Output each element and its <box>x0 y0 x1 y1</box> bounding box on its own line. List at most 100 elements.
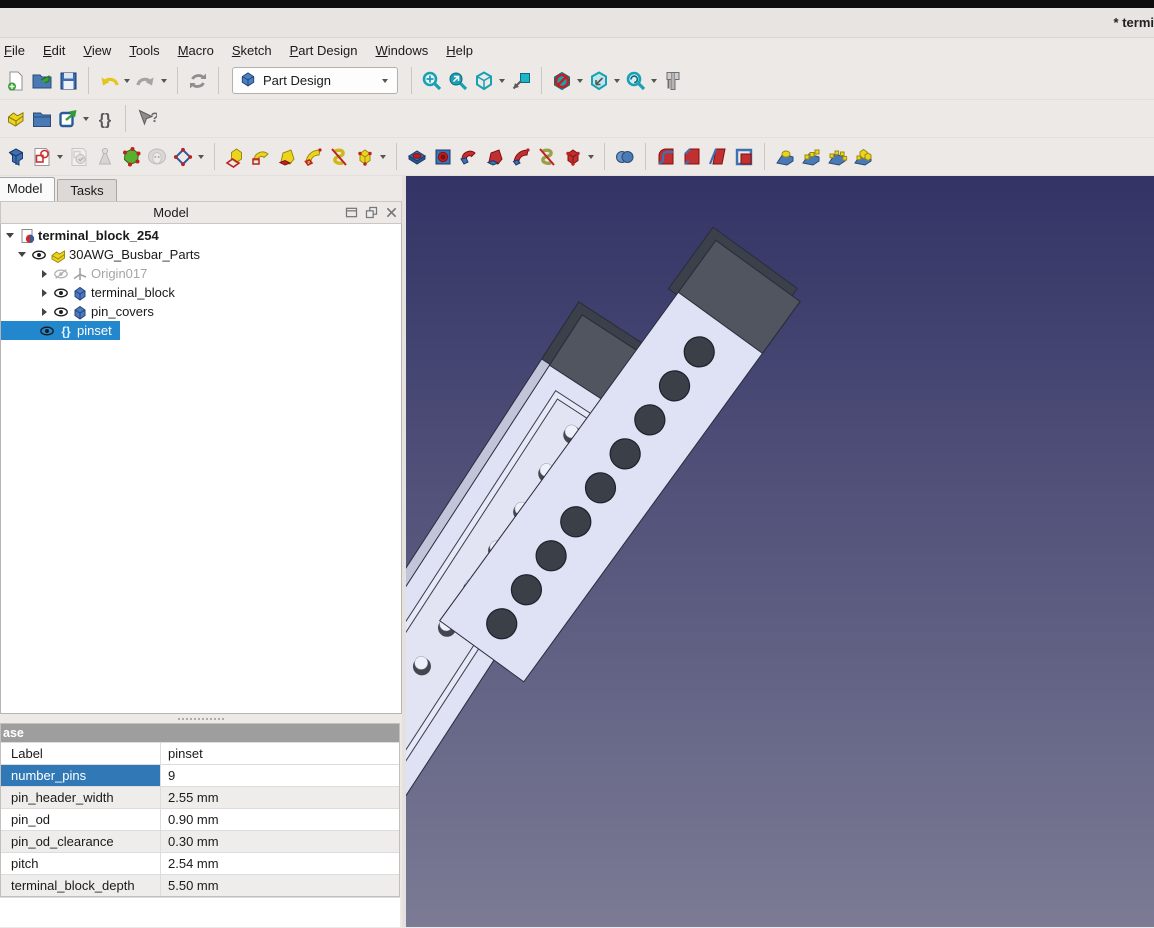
chevron-down-icon[interactable] <box>124 78 130 83</box>
3d-scene[interactable] <box>406 176 1154 927</box>
part-workbench-button[interactable] <box>3 104 29 134</box>
sweep-button[interactable] <box>300 142 326 172</box>
revolution-button[interactable] <box>248 142 274 172</box>
menu-part-design[interactable]: Part Design <box>281 41 367 60</box>
menu-help[interactable]: Help <box>437 41 482 60</box>
mirror-button[interactable] <box>772 142 798 172</box>
property-value[interactable]: 2.54 mm <box>161 853 399 874</box>
clipping-button[interactable] <box>549 66 575 96</box>
tree-item-terminal_block[interactable]: terminal_block <box>1 283 183 302</box>
property-group-header[interactable]: ase <box>1 724 399 742</box>
polar-pattern-button[interactable] <box>824 142 850 172</box>
sub-loft-button[interactable] <box>482 142 508 172</box>
pad-button[interactable] <box>222 142 248 172</box>
property-row-pin_od[interactable]: pin_od 0.90 mm <box>1 808 399 830</box>
menu-sketch[interactable]: Sketch <box>223 41 281 60</box>
validate-sketch-button[interactable] <box>118 142 144 172</box>
property-name[interactable]: number_pins <box>1 765 161 786</box>
property-value[interactable]: 0.90 mm <box>161 809 399 830</box>
chevron-down-icon[interactable] <box>57 154 63 159</box>
multitransform-button[interactable] <box>850 142 876 172</box>
property-value[interactable]: 2.55 mm <box>161 787 399 808</box>
tree-item-Origin017[interactable]: Origin017 <box>1 264 155 283</box>
sub-sweep-button[interactable] <box>508 142 534 172</box>
chevron-down-icon[interactable] <box>577 78 583 83</box>
boolean-button[interactable] <box>612 142 638 172</box>
property-row-pitch[interactable]: pitch 2.54 mm <box>1 852 399 874</box>
pocket-button[interactable] <box>404 142 430 172</box>
measure-button[interactable] <box>660 66 686 96</box>
property-name[interactable]: terminal_block_depth <box>1 875 161 896</box>
property-row-pin_od_clearance[interactable]: pin_od_clearance 0.30 mm <box>1 830 399 852</box>
loft-button[interactable] <box>274 142 300 172</box>
menu-tools[interactable]: Tools <box>120 41 168 60</box>
refresh-button[interactable] <box>185 66 211 96</box>
chevron-down-icon[interactable] <box>588 154 594 159</box>
redo-button[interactable] <box>133 66 159 96</box>
save-button[interactable] <box>55 66 81 96</box>
dock-minimize-button[interactable] <box>341 204 361 222</box>
fit-all-button[interactable] <box>419 66 445 96</box>
whats-this-button[interactable]: ? <box>133 104 159 134</box>
create-body-button[interactable] <box>3 142 29 172</box>
open-folder-button[interactable] <box>29 66 55 96</box>
tree-item-30AWG_Busbar_Parts[interactable]: 30AWG_Busbar_Parts <box>1 245 208 264</box>
property-name[interactable]: pin_od <box>1 809 161 830</box>
property-value[interactable]: pinset <box>161 743 399 764</box>
property-row-Label[interactable]: Label pinset <box>1 742 399 764</box>
3d-viewport[interactable] <box>406 176 1154 927</box>
dock-splitter-handle[interactable] <box>0 714 402 723</box>
dock-close-button[interactable] <box>381 204 401 222</box>
chamfer-button[interactable] <box>679 142 705 172</box>
groove-button[interactable] <box>456 142 482 172</box>
chevron-down-icon[interactable] <box>614 78 620 83</box>
linear-pattern-button[interactable] <box>798 142 824 172</box>
menu-file[interactable]: File <box>0 41 34 60</box>
tab-model[interactable]: Model <box>0 177 56 201</box>
dock-float-button[interactable] <box>361 204 381 222</box>
menu-windows[interactable]: Windows <box>367 41 438 60</box>
property-value[interactable]: 5.50 mm <box>161 875 399 896</box>
create-sketch-button[interactable] <box>29 142 55 172</box>
tree-item-pin_covers[interactable]: pin_covers <box>1 302 162 321</box>
property-name[interactable]: pitch <box>1 853 161 874</box>
tab-tasks[interactable]: Tasks <box>57 179 117 201</box>
varset-button[interactable]: {} <box>92 104 118 134</box>
property-name[interactable]: pin_header_width <box>1 787 161 808</box>
workbench-selector[interactable]: Part Design <box>232 67 398 94</box>
fillet-button[interactable] <box>653 142 679 172</box>
chevron-down-icon[interactable] <box>161 78 167 83</box>
export-link-button[interactable] <box>55 104 81 134</box>
fit-selection-button[interactable] <box>445 66 471 96</box>
chevron-down-icon[interactable] <box>499 78 505 83</box>
menu-edit[interactable]: Edit <box>34 41 74 60</box>
edit-sketch-button[interactable] <box>66 142 92 172</box>
zoom-refresh-button[interactable] <box>623 66 649 96</box>
shape-binder-button[interactable] <box>144 142 170 172</box>
property-name[interactable]: pin_od_clearance <box>1 831 161 852</box>
tree-item-pinset[interactable]: {} pinset <box>1 321 120 340</box>
undo-button[interactable] <box>96 66 122 96</box>
isometric-button[interactable] <box>471 66 497 96</box>
new-file-button[interactable] <box>3 66 29 96</box>
tree-item-terminal_block_254[interactable]: terminal_block_254 <box>1 226 167 245</box>
thickness-button[interactable] <box>731 142 757 172</box>
tree-expander-icon[interactable] <box>3 233 17 238</box>
property-name[interactable]: Label <box>1 743 161 764</box>
chevron-down-icon[interactable] <box>198 154 204 159</box>
hole-button[interactable] <box>430 142 456 172</box>
chevron-down-icon[interactable] <box>83 116 89 121</box>
menu-view[interactable]: View <box>74 41 120 60</box>
folder-group-button[interactable] <box>29 104 55 134</box>
primitive-button[interactable] <box>352 142 378 172</box>
tree-expander-icon[interactable] <box>37 307 51 316</box>
property-row-number_pins[interactable]: number_pins 9 <box>1 764 399 786</box>
sub-helix-button[interactable] <box>534 142 560 172</box>
property-row-pin_header_width[interactable]: pin_header_width 2.55 mm <box>1 786 399 808</box>
property-value[interactable]: 0.30 mm <box>161 831 399 852</box>
chevron-down-icon[interactable] <box>380 154 386 159</box>
helix-button[interactable] <box>326 142 352 172</box>
box-selection-button[interactable] <box>508 66 534 96</box>
axonometric-button[interactable] <box>586 66 612 96</box>
sub-primitive-button[interactable] <box>560 142 586 172</box>
